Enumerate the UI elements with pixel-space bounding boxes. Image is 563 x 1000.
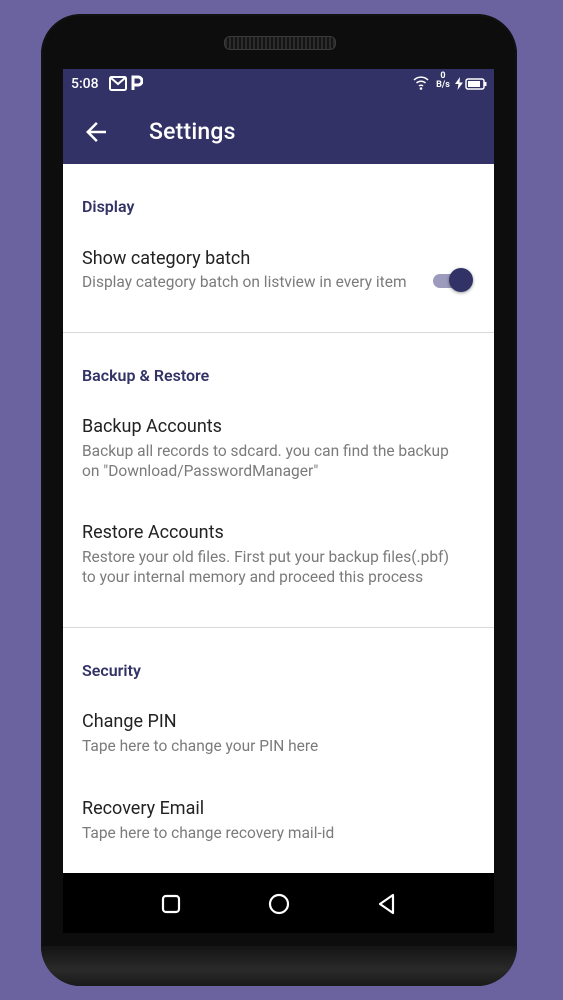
pref-title: Restore Accounts bbox=[82, 522, 224, 543]
battery-icon bbox=[465, 78, 487, 94]
pref-title: Show category batch bbox=[82, 248, 251, 269]
divider bbox=[63, 332, 494, 333]
divider bbox=[63, 627, 494, 628]
pref-title: Change PIN bbox=[82, 711, 177, 732]
wifi-icon bbox=[413, 75, 429, 95]
pref-title: Recovery Email bbox=[82, 798, 205, 819]
pref-show-category-batch[interactable]: Show category batch Display category bat… bbox=[63, 234, 494, 332]
net-speed-unit: B/s bbox=[436, 80, 450, 90]
p-app-icon bbox=[131, 75, 144, 95]
page-title: Settings bbox=[149, 118, 236, 145]
status-bar: 5:08 0 B/s bbox=[63, 69, 494, 99]
pref-restore-accounts[interactable]: Restore Accounts Restore your old files.… bbox=[63, 510, 494, 627]
section-header-backup-restore: Backup & Restore bbox=[82, 366, 210, 385]
section-header-display: Display bbox=[82, 197, 135, 216]
pref-backup-accounts[interactable]: Backup Accounts Backup all records to sd… bbox=[63, 404, 494, 504]
recents-square-icon[interactable] bbox=[156, 889, 186, 919]
network-speed-icon: 0 B/s bbox=[435, 72, 451, 90]
app-bar: Settings bbox=[63, 99, 494, 164]
pref-subtitle: Tape here to change recovery mail-id bbox=[82, 824, 335, 842]
home-circle-icon[interactable] bbox=[264, 889, 294, 919]
pref-change-pin[interactable]: Change PIN Tape here to change your PIN … bbox=[63, 699, 494, 781]
earpiece-speaker bbox=[224, 36, 336, 50]
toggle-thumb bbox=[449, 268, 473, 292]
phone-bottom-edge bbox=[41, 946, 517, 986]
pref-subtitle: Display category batch on listview in ev… bbox=[82, 273, 407, 291]
pref-recovery-email[interactable]: Recovery Email Tape here to change recov… bbox=[63, 786, 494, 868]
section-header-security: Security bbox=[82, 661, 141, 680]
back-triangle-icon[interactable] bbox=[372, 889, 402, 919]
pref-subtitle: Restore your old files. First put your b… bbox=[82, 548, 449, 586]
back-arrow-icon[interactable] bbox=[81, 117, 111, 147]
screen: 5:08 0 B/s Settings Display Show categor… bbox=[63, 69, 494, 873]
status-time: 5:08 bbox=[71, 76, 99, 92]
charging-icon bbox=[455, 77, 463, 94]
navigation-bar bbox=[63, 873, 494, 933]
pref-subtitle: Tape here to change your PIN here bbox=[82, 737, 319, 755]
gmail-icon bbox=[109, 76, 127, 95]
show-category-batch-toggle[interactable] bbox=[431, 268, 473, 292]
pref-subtitle: Backup all records to sdcard. you can fi… bbox=[82, 442, 449, 480]
pref-title: Backup Accounts bbox=[82, 416, 222, 437]
settings-list: Display Show category batch Display cate… bbox=[63, 164, 494, 873]
